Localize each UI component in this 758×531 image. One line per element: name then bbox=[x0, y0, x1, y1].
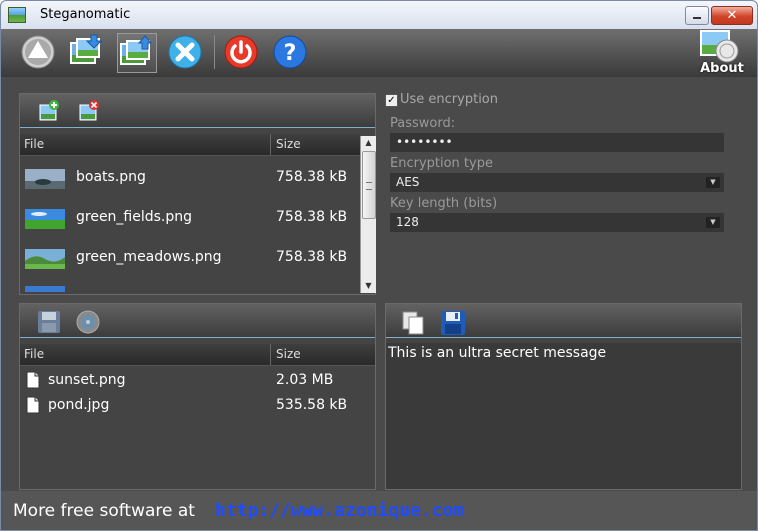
floppy-disk-icon bbox=[441, 311, 465, 335]
close-icon: ✕ bbox=[726, 8, 738, 23]
dropdown-arrow-icon: ▼ bbox=[706, 217, 720, 228]
app-icon bbox=[8, 7, 26, 23]
copy-message-button[interactable] bbox=[400, 309, 428, 337]
header-size[interactable]: Size bbox=[276, 347, 301, 361]
power-icon bbox=[224, 35, 258, 69]
dropdown-arrow-icon: ▼ bbox=[706, 177, 720, 188]
image-thumbnail bbox=[25, 209, 65, 229]
password-field[interactable]: •••••••• bbox=[390, 133, 724, 152]
table-row[interactable]: sunset.png 2.03 MB bbox=[20, 369, 375, 394]
add-image-button[interactable] bbox=[38, 100, 60, 122]
title-bar: Steganomatic ✕ bbox=[1, 1, 757, 30]
footer-text: More free software at bbox=[13, 501, 195, 521]
table-row[interactable]: green_fields.png 758.38 kB bbox=[20, 199, 360, 239]
svg-text:?: ? bbox=[284, 41, 297, 66]
toolbar-separator bbox=[214, 35, 215, 69]
save-message-button[interactable] bbox=[439, 309, 467, 337]
help-icon: ? bbox=[273, 35, 307, 69]
floppy-disk-icon bbox=[38, 311, 60, 333]
encryption-type-select[interactable]: AES ▼ bbox=[390, 173, 724, 192]
help-button[interactable]: ? bbox=[271, 33, 309, 71]
encryption-type-label: Encryption type bbox=[390, 156, 493, 171]
hide-in-image-icon bbox=[70, 34, 103, 64]
key-length-label: Key length (bits) bbox=[390, 196, 498, 211]
message-panel: This is an ultra secret message bbox=[385, 303, 742, 490]
image-thumbnail bbox=[25, 249, 65, 269]
about-label: About bbox=[700, 61, 744, 76]
scroll-thumb[interactable] bbox=[362, 151, 376, 219]
scroll-up-arrow[interactable]: ▲ bbox=[361, 136, 376, 150]
hidden-files-table-header: File Size bbox=[20, 344, 375, 366]
website-link[interactable]: http://www.azonique.com bbox=[215, 500, 464, 521]
remove-image-button[interactable] bbox=[78, 100, 100, 122]
partial-thumbnail bbox=[25, 286, 65, 292]
carrier-scrollbar[interactable]: ▲ ▼ bbox=[360, 136, 376, 293]
extract-from-image-button[interactable] bbox=[117, 33, 157, 73]
header-file[interactable]: File bbox=[24, 137, 44, 151]
table-row[interactable]: green_meadows.png 758.38 kB bbox=[20, 239, 360, 279]
footer: More free software at http://www.azoniqu… bbox=[1, 491, 757, 530]
quit-button[interactable] bbox=[222, 33, 260, 71]
message-textarea[interactable]: This is an ultra secret message bbox=[386, 343, 741, 489]
add-image-icon bbox=[39, 100, 59, 121]
use-encryption-label: Use encryption bbox=[400, 92, 498, 107]
scroll-down-arrow[interactable]: ▼ bbox=[361, 279, 376, 293]
about-icon bbox=[700, 30, 739, 63]
minimize-icon bbox=[693, 17, 701, 19]
copy-icon bbox=[402, 311, 424, 335]
password-label: Password: bbox=[390, 116, 456, 131]
image-thumbnail bbox=[25, 169, 65, 189]
table-row[interactable]: pond.jpg 535.58 kB bbox=[20, 394, 375, 419]
header-file[interactable]: File bbox=[24, 347, 44, 361]
clear-button[interactable] bbox=[166, 33, 204, 71]
remove-image-icon bbox=[79, 100, 99, 121]
disc-icon bbox=[76, 310, 100, 334]
carrier-toolbar bbox=[20, 94, 375, 128]
message-toolbar bbox=[386, 304, 741, 338]
hide-in-image-button[interactable] bbox=[67, 33, 105, 71]
header-size[interactable]: Size bbox=[276, 137, 301, 151]
encryption-settings: ✓ Use encryption Password: •••••••• Encr… bbox=[385, 91, 745, 241]
key-length-select[interactable]: 128 ▼ bbox=[390, 213, 724, 232]
clear-icon bbox=[168, 35, 202, 69]
about-button[interactable]: About bbox=[697, 29, 747, 77]
hidden-files-panel: File Size sunset.png 2.03 MB pond.jpg 53… bbox=[19, 303, 376, 490]
main-toolbar: ? bbox=[1, 29, 757, 77]
eject-icon bbox=[21, 35, 55, 69]
document-icon bbox=[26, 396, 40, 414]
carrier-images-panel: File Size boats.png 758.38 kB green_fiel… bbox=[19, 93, 376, 295]
app-window: Steganomatic ✕ ? About File Size boats.p… bbox=[0, 0, 758, 531]
save-file-button[interactable] bbox=[36, 309, 62, 335]
document-icon bbox=[26, 371, 40, 389]
window-title: Steganomatic bbox=[40, 7, 131, 22]
use-encryption-checkbox[interactable]: ✓ bbox=[385, 94, 398, 107]
carrier-table-header: File Size bbox=[20, 134, 360, 156]
minimize-button[interactable] bbox=[685, 6, 709, 25]
hidden-files-toolbar bbox=[20, 304, 375, 338]
eject-button[interactable] bbox=[19, 33, 57, 71]
table-row[interactable]: boats.png 758.38 kB bbox=[20, 159, 360, 199]
open-file-button[interactable] bbox=[76, 310, 100, 334]
extract-from-image-icon bbox=[120, 35, 153, 65]
close-window-button[interactable]: ✕ bbox=[711, 6, 753, 25]
